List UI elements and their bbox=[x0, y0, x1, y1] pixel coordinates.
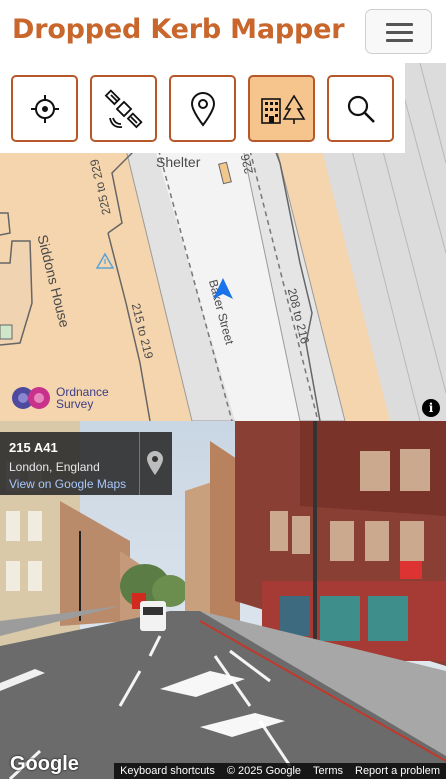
street-view-panel[interactable]: 215 A41 London, England View on Google M… bbox=[0, 421, 446, 779]
pin-icon[interactable] bbox=[145, 450, 165, 476]
satellite-button[interactable] bbox=[90, 75, 157, 142]
search-button[interactable] bbox=[327, 75, 394, 142]
satellite-icon bbox=[104, 88, 143, 128]
address-card: 215 A41 London, England View on Google M… bbox=[0, 432, 172, 495]
report-problem-link[interactable]: Report a problem bbox=[349, 765, 446, 777]
terms-link[interactable]: Terms bbox=[307, 765, 349, 777]
ordnance-survey-logo: Ordnance Survey bbox=[10, 385, 109, 411]
app-title: Dropped Kerb Mapper bbox=[12, 14, 345, 45]
street-view-attribution: Keyboard shortcuts © 2025 Google Terms R… bbox=[114, 763, 446, 779]
view-on-google-maps-link[interactable]: View on Google Maps bbox=[9, 477, 126, 491]
menu-button[interactable] bbox=[365, 9, 432, 54]
app-header: Dropped Kerb Mapper bbox=[0, 0, 446, 63]
info-icon[interactable]: i bbox=[422, 399, 440, 417]
copyright-text: © 2025 Google bbox=[226, 765, 302, 777]
search-icon bbox=[347, 95, 375, 123]
map-layer-button[interactable] bbox=[248, 75, 315, 142]
map-pin-icon bbox=[190, 91, 215, 127]
keyboard-shortcuts-link[interactable]: Keyboard shortcuts bbox=[114, 765, 221, 777]
locate-crosshair-icon bbox=[30, 94, 59, 123]
marker-button[interactable] bbox=[169, 75, 236, 142]
google-logo: Google bbox=[10, 753, 79, 775]
buildings-trees-icon bbox=[260, 93, 305, 124]
map-toolbar bbox=[0, 63, 405, 153]
locate-button[interactable] bbox=[11, 75, 78, 142]
address-title: 215 A41 bbox=[9, 440, 58, 455]
os-logo-line2: Survey bbox=[56, 397, 94, 411]
app-root: Shelter Siddons House Baker Street 225 t… bbox=[0, 0, 446, 779]
address-subtitle: London, England bbox=[9, 460, 100, 474]
address-divider bbox=[139, 432, 140, 495]
map-label-shelter: Shelter bbox=[156, 154, 201, 170]
navigation-arrow-icon bbox=[213, 278, 233, 299]
